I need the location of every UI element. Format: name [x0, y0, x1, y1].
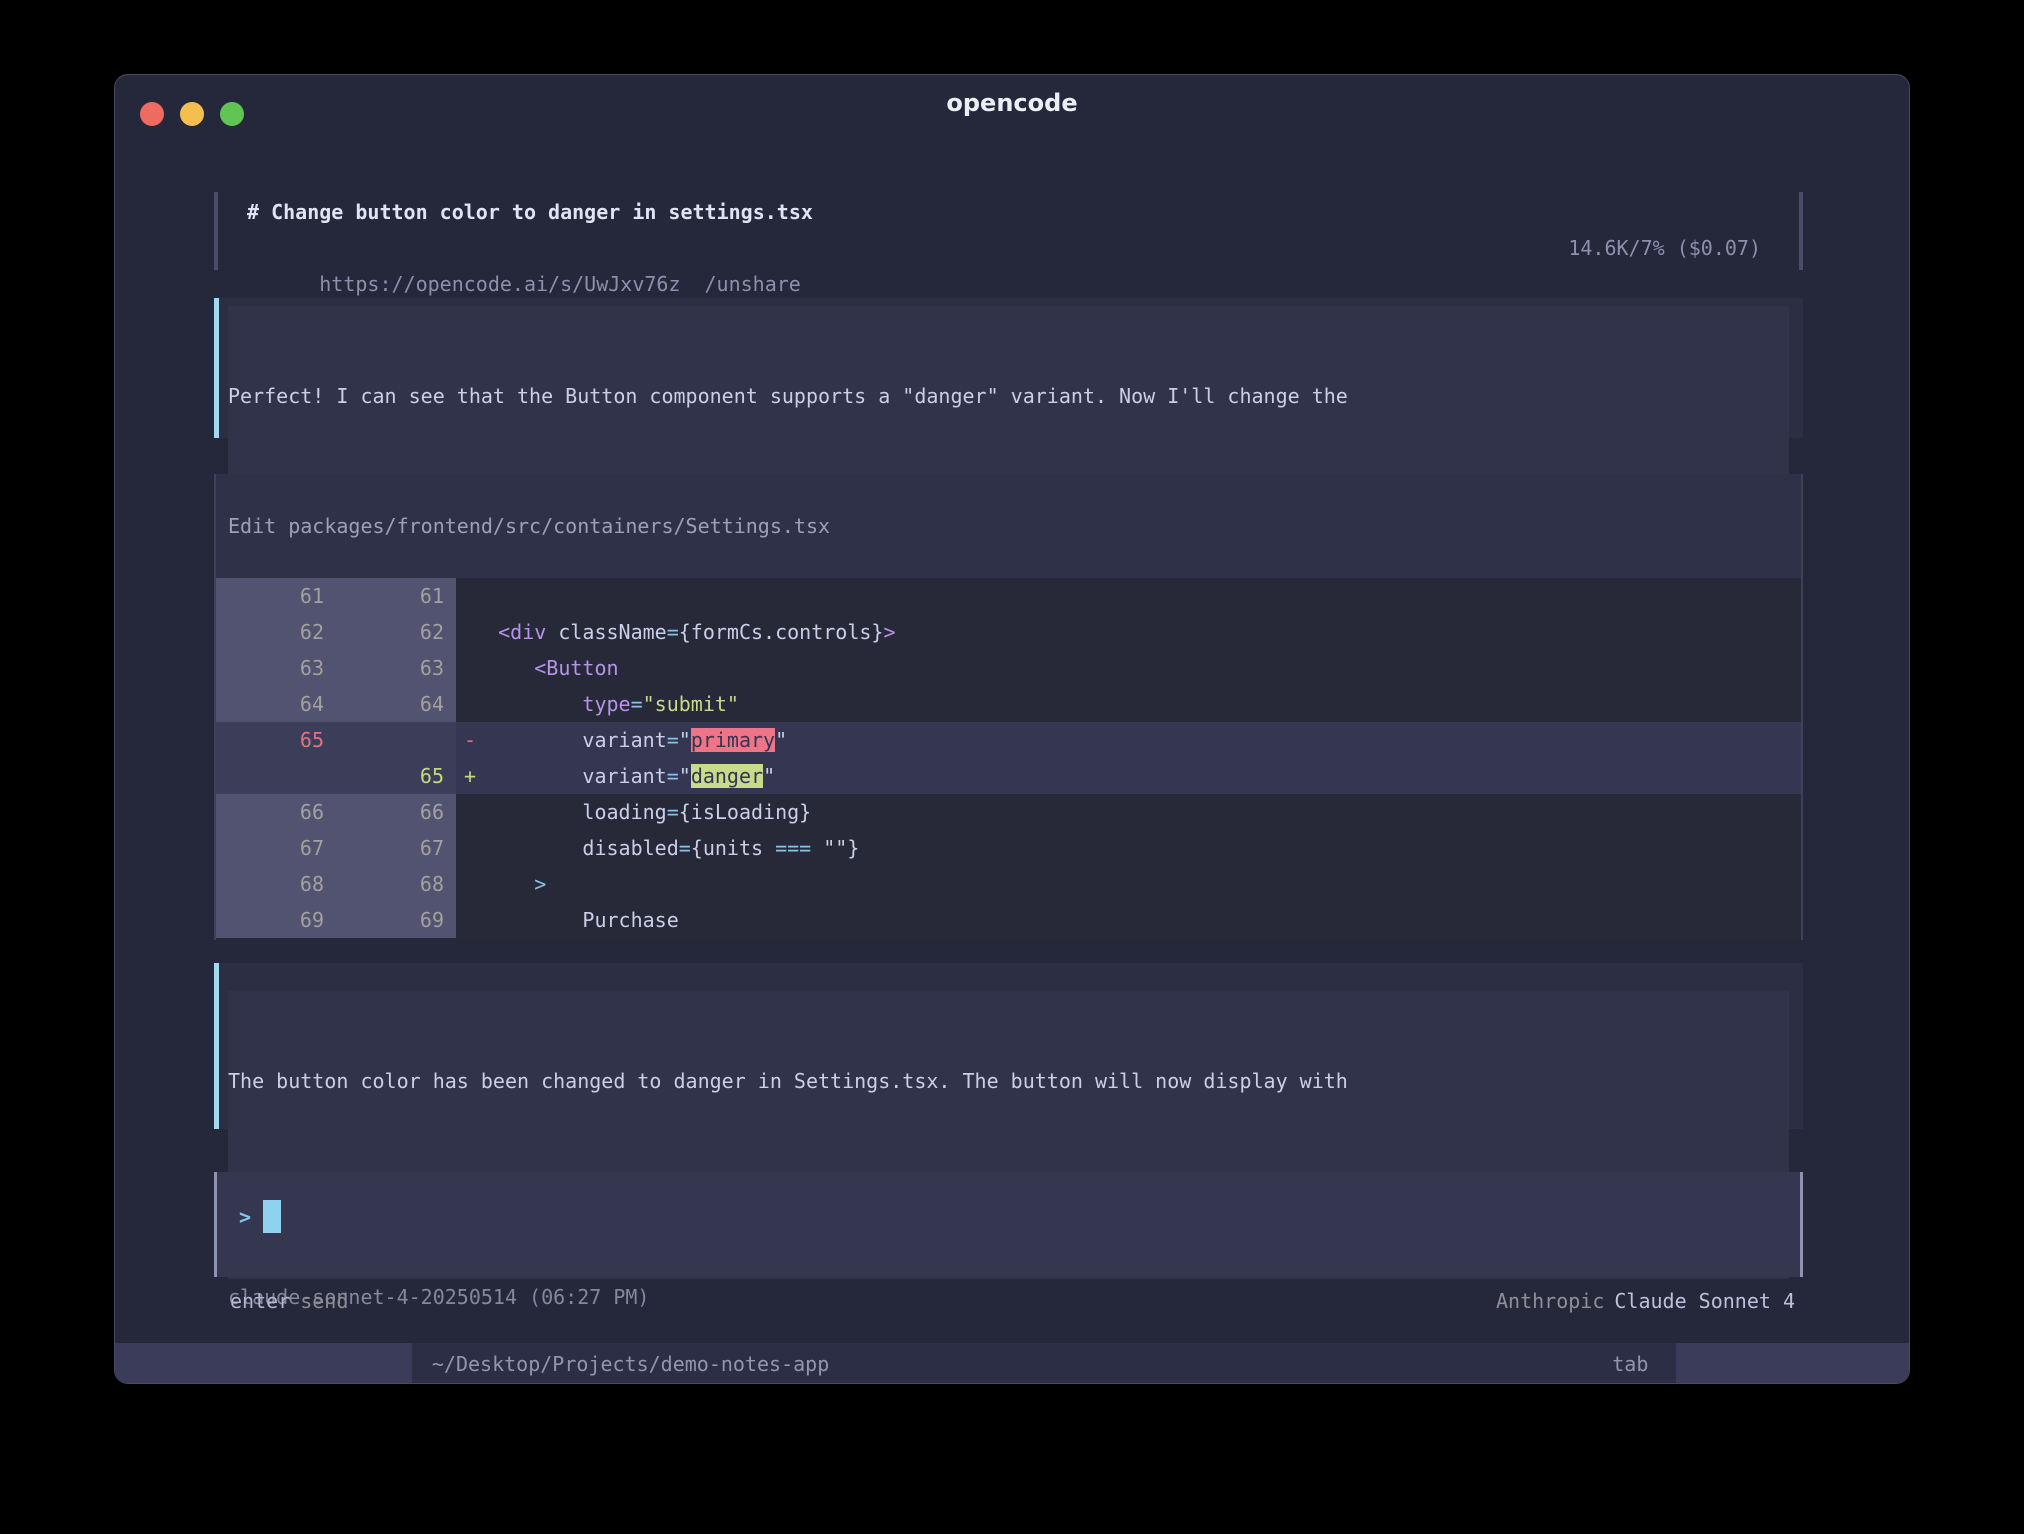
hint-key: enter	[230, 1289, 290, 1313]
old-line-number: 69	[216, 902, 336, 938]
diff-code-line: type="submit"	[456, 686, 1801, 722]
model-indicator: Anthropic Claude Sonnet 4	[1496, 1283, 1795, 1319]
new-line-number: 62	[336, 614, 456, 650]
diff-row: 6666 loading={isLoading}	[216, 794, 1801, 830]
text-cursor	[263, 1200, 281, 1233]
share-url: https://opencode.ai/s/UwJxv76z	[319, 272, 680, 296]
new-line-number: 67	[336, 830, 456, 866]
session-title: # Change button color to danger in setti…	[247, 194, 1761, 230]
mode-chip[interactable]: BUILDMODE	[1676, 1343, 1909, 1384]
new-line-number: 68	[336, 866, 456, 902]
opencode-window: opencode # Change button color to danger…	[114, 74, 1910, 1384]
old-line-number	[216, 758, 336, 794]
diff-code-line: loading={isLoading}	[456, 794, 1801, 830]
status-bar: opencodev0.3.11 ~/Desktop/Projects/demo-…	[115, 1343, 1909, 1384]
new-line-number: 63	[336, 650, 456, 686]
old-line-number: 68	[216, 866, 336, 902]
diff-row: 6161	[216, 578, 1801, 614]
diff-row: 6262 <div className={formCs.controls}>	[216, 614, 1801, 650]
diff-row: 6464 type="submit"	[216, 686, 1801, 722]
new-line-number	[336, 722, 456, 758]
old-line-number: 66	[216, 794, 336, 830]
model-name: Claude Sonnet 4	[1614, 1289, 1795, 1313]
old-line-number: 65	[216, 722, 336, 758]
diff-row: 6767 disabled={units === ""}	[216, 830, 1801, 866]
diff-row: 6969 Purchase	[216, 902, 1801, 938]
new-line-number: 66	[336, 794, 456, 830]
window-title: opencode	[115, 89, 1909, 117]
edit-tool-panel: Edit packages/frontend/src/containers/Se…	[214, 474, 1803, 940]
diff-code-line: disabled={units === ""}	[456, 830, 1801, 866]
diff-row: 65+ variant="danger"	[216, 758, 1801, 794]
session-header: # Change button color to danger in setti…	[214, 192, 1803, 270]
tab-hint[interactable]: tab	[1612, 1343, 1648, 1384]
unshare-command: /unshare	[704, 272, 800, 296]
message-line: Perfect! I can see that the Button compo…	[228, 378, 1789, 414]
message-line: The button color has been changed to dan…	[228, 1063, 1789, 1099]
new-line-number: 64	[336, 686, 456, 722]
old-line-number: 61	[216, 578, 336, 614]
old-line-number: 67	[216, 830, 336, 866]
diff-code-line: <Button	[456, 650, 1801, 686]
old-line-number: 62	[216, 614, 336, 650]
old-line-number: 64	[216, 686, 336, 722]
removed-marker: -	[464, 722, 476, 758]
diff-row: 6363 <Button	[216, 650, 1801, 686]
assistant-message-1: Perfect! I can see that the Button compo…	[214, 298, 1803, 438]
diff-code-line: + variant="danger"	[456, 758, 1801, 794]
prompt-symbol: >	[239, 1205, 251, 1229]
diff-code-line: >	[456, 866, 1801, 902]
new-line-number: 61	[336, 578, 456, 614]
diff-code-line: Purchase	[456, 902, 1801, 938]
working-directory: ~/Desktop/Projects/demo-notes-app	[432, 1343, 829, 1384]
edit-tool-title: Edit packages/frontend/src/containers/Se…	[216, 474, 1801, 578]
app-version-chip: opencodev0.3.11	[115, 1343, 412, 1384]
context-stats: 14.6K/7% ($0.07)	[1568, 230, 1761, 266]
added-marker: +	[464, 758, 476, 794]
diff-code-line: <div className={formCs.controls}>	[456, 614, 1801, 650]
statusbar-spacer	[829, 1343, 1612, 1384]
new-line-number: 69	[336, 902, 456, 938]
provider-name: Anthropic	[1496, 1289, 1604, 1313]
send-hint: enter send	[230, 1283, 348, 1319]
diff-view: 61616262 <div className={formCs.controls…	[216, 578, 1801, 938]
titlebar: opencode	[115, 75, 1909, 139]
new-line-number: 65	[336, 758, 456, 794]
diff-row: 6868 >	[216, 866, 1801, 902]
diff-code-line: - variant="primary"	[456, 722, 1801, 758]
diff-row: 65 - variant="primary"	[216, 722, 1801, 758]
hint-bar: enter send Anthropic Claude Sonnet 4	[214, 1283, 1803, 1319]
assistant-message-2: The button color has been changed to dan…	[214, 963, 1803, 1129]
prompt-input[interactable]: >	[214, 1172, 1803, 1277]
diff-code-line	[456, 578, 1801, 614]
hint-action: send	[300, 1289, 348, 1313]
old-line-number: 63	[216, 650, 336, 686]
